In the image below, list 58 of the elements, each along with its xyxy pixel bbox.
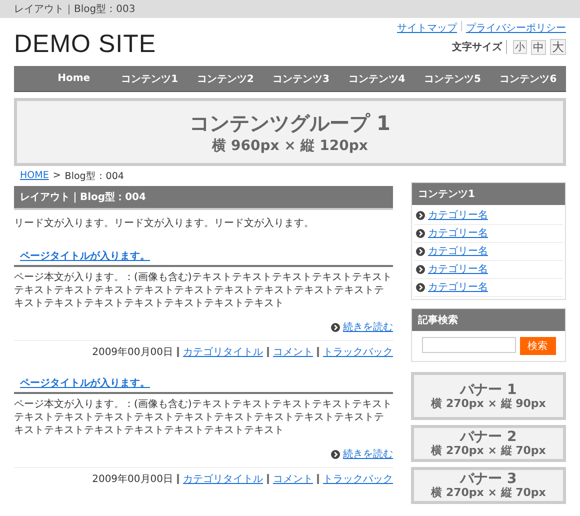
lead-text: リード文が入ります。リード文が入ります。リード文が入ります。 [14, 216, 315, 230]
category-link[interactable]: カテゴリー名 [428, 209, 488, 222]
font-size-button[interactable]: 中 [531, 40, 546, 54]
arrow-bullet-icon [416, 265, 425, 274]
panel-title: コンテンツ1 [412, 183, 565, 205]
breadcrumb-current: Blog型：004 [64, 170, 124, 183]
nav-link[interactable]: コンテンツ4 [338, 72, 415, 86]
font-size-button[interactable]: 大 [550, 39, 566, 55]
read-more-link[interactable]: 続きを読む [343, 320, 393, 334]
hero-title: コンテンツグループ 1 [190, 110, 390, 136]
post-meta-link[interactable]: トラックバック [323, 345, 393, 359]
font-size-button[interactable]: 小 [513, 40, 527, 54]
post-date: 2009年00月00日 [92, 473, 173, 486]
banner-size: 横 270px × 縦 90px [431, 398, 546, 410]
search-button[interactable]: 検索 [520, 337, 556, 355]
banner-title: バナー 1 [460, 382, 517, 398]
font-size-label: 文字サイズ [452, 40, 507, 54]
top-bar-text: レイアウト｜Blog型：003 [14, 2, 136, 16]
nav-link[interactable]: Home [36, 73, 112, 84]
post-title-link[interactable]: ページタイトルが入ります。 [20, 378, 150, 389]
post-meta-link[interactable]: コメント [273, 345, 313, 359]
banner-title: バナー 3 [460, 471, 517, 488]
nav-link[interactable]: コンテンツ1 [112, 72, 188, 86]
post-date: 2009年00月00日 [92, 346, 173, 359]
breadcrumb-link[interactable]: HOME [20, 170, 49, 183]
category-link[interactable]: カテゴリー名 [428, 263, 488, 276]
breadcrumb-separator: > [52, 170, 61, 183]
post-meta-link[interactable]: カテゴリタイトル [183, 472, 263, 486]
section-heading: レイアウト｜Blog型：004 [14, 186, 393, 210]
category-link[interactable]: カテゴリー名 [428, 281, 488, 294]
arrow-bullet-icon [416, 247, 425, 256]
post-title-link[interactable]: ページタイトルが入ります。 [20, 251, 150, 262]
arrow-bullet-icon [416, 283, 425, 292]
header-link[interactable]: プライバシーポリシー [466, 21, 566, 35]
post-body: ページ本文が入ります。：(画像も含む)テキストテキストテキストテキストテキストテキストテキストテキストテキストテキストテキストテキストテキストテキストテキストテキストテキストテキストテキストテキストテキスト [14, 398, 393, 437]
nav-link[interactable]: コンテンツ5 [414, 72, 490, 86]
post-meta-link[interactable]: カテゴリタイトル [183, 345, 263, 359]
site-logo: DEMO SITE [14, 29, 156, 60]
post-meta-link[interactable]: トラックバック [323, 472, 393, 486]
arrow-bullet-icon [331, 322, 340, 332]
nav-link[interactable]: コンテンツ3 [263, 72, 339, 86]
category-link[interactable]: カテゴリー名 [428, 245, 488, 258]
nav-link[interactable]: コンテンツ2 [187, 72, 264, 86]
banner-size: 横 270px × 縦 70px [431, 487, 546, 500]
category-link[interactable]: カテゴリー名 [428, 227, 488, 240]
panel-title: 記事検索 [412, 309, 565, 331]
read-more-link[interactable]: 続きを読む [343, 447, 393, 461]
arrow-bullet-icon [331, 450, 340, 458]
post-meta-link[interactable]: コメント [273, 472, 313, 486]
banner-size: 横 270px × 縦 70px [431, 445, 546, 458]
nav-link[interactable]: コンテンツ6 [490, 72, 566, 86]
arrow-bullet-icon [416, 211, 425, 220]
hero-size: 横 960px × 縦 120px [212, 136, 368, 154]
header-link[interactable]: サイトマップ [397, 21, 457, 35]
banner-title: バナー 2 [460, 429, 517, 446]
arrow-bullet-icon [416, 229, 425, 238]
search-field[interactable] [422, 337, 516, 353]
post-body: ページ本文が入ります。：(画像も含む)テキストテキストテキストテキストテキストテキストテキストテキストテキストテキストテキストテキストテキストテキストテキストテキストテキストテキストテキストテキストテキスト [14, 271, 393, 310]
